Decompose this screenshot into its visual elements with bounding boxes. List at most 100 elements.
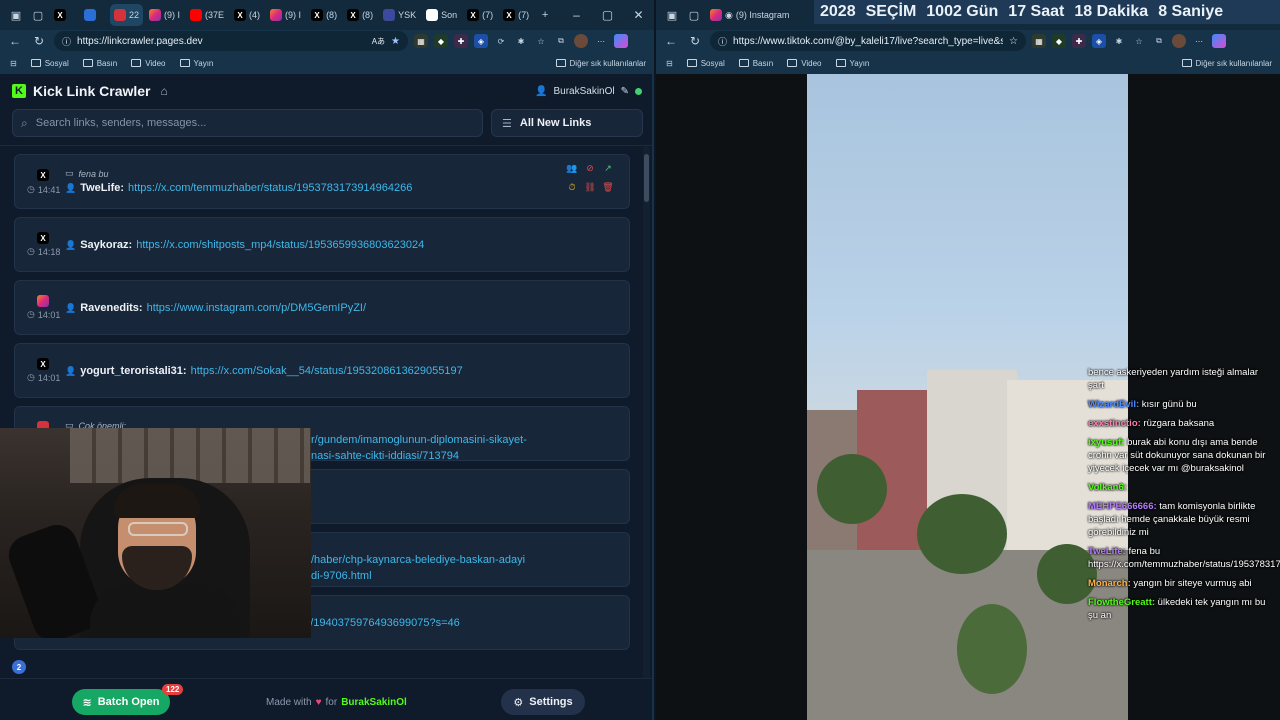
tab-actions-icon[interactable]: ▢	[28, 5, 48, 25]
browser-tab[interactable]: X (7)	[463, 4, 497, 26]
maximize-icon[interactable]: ▢	[592, 0, 623, 30]
unlink-icon[interactable]: ⛓	[581, 182, 599, 193]
browser-tab[interactable]: X (8)	[307, 4, 341, 26]
link-card[interactable]: X ◷ 14:01 👤 yogurt_teroristali31: https://x.c…	[14, 343, 630, 398]
other-favorites[interactable]: Diğer sık kullanılanlar	[555, 54, 646, 72]
tab-actions-icon[interactable]: ▢	[684, 5, 704, 25]
workspace-icon[interactable]: ▣	[6, 5, 26, 25]
favorites-icon[interactable]: ☆	[1132, 34, 1146, 48]
favorite-star-icon[interactable]: ★	[391, 36, 400, 47]
bookmark-video[interactable]: Video	[787, 59, 822, 68]
browser-tab[interactable]: YSK	[379, 4, 420, 26]
link-url-continued[interactable]: di-9706.html	[311, 570, 372, 582]
back-icon[interactable]: ←	[6, 32, 24, 50]
collections-icon[interactable]: ⧉	[554, 34, 568, 48]
profile-avatar[interactable]	[1172, 34, 1186, 48]
more-icon[interactable]: ⋯	[1192, 34, 1206, 48]
refresh-icon[interactable]: ↻	[30, 32, 48, 50]
other-favorites[interactable]: Diğer sık kullanılanlar	[1181, 54, 1272, 72]
chat-username[interactable]: exxstinctio:	[1088, 418, 1141, 429]
site-info-icon[interactable]: ⓘ	[62, 35, 71, 48]
live-video[interactable]	[807, 74, 1128, 720]
chat-username[interactable]: TweLife:	[1088, 546, 1126, 557]
profile-avatar[interactable]	[574, 34, 588, 48]
bookmark-sosyal[interactable]: Sosyal	[686, 59, 725, 68]
copilot-icon[interactable]	[614, 34, 628, 48]
refresh-icon[interactable]: ↻	[686, 32, 704, 50]
browser-tab[interactable]: X (7)	[499, 4, 533, 26]
link-url[interactable]: /haber/chp-kaynarca-belediye-baskan-aday…	[311, 554, 525, 566]
browser-tab[interactable]	[80, 4, 108, 26]
scrollbar[interactable]	[643, 146, 650, 692]
filter-dropdown[interactable]: ☰ All New Links	[491, 109, 643, 137]
puzzle-icon[interactable]: ✱	[1112, 34, 1126, 48]
extension-icon[interactable]: ✚	[1072, 34, 1086, 48]
edit-icon[interactable]: ✎	[621, 86, 629, 97]
add-user-icon[interactable]: 👥	[563, 163, 581, 174]
bookmark-sosyal[interactable]: Sosyal	[30, 59, 69, 68]
extension-icon[interactable]: ◆	[1052, 34, 1066, 48]
new-tab-icon[interactable]: +	[535, 5, 555, 25]
batch-open-button[interactable]: ≋ Batch Open	[72, 689, 170, 715]
collections-icon[interactable]: ⧉	[1152, 34, 1166, 48]
link-url[interactable]: https://x.com/temmuzhaber/status/1953783…	[128, 182, 412, 194]
extension-icon[interactable]: ◈	[1092, 34, 1106, 48]
link-url[interactable]: https://x.com/Sokak__54/status/195320861…	[191, 365, 463, 377]
site-info-icon[interactable]: ⓘ	[718, 35, 727, 48]
workspace-icon[interactable]: ▣	[662, 5, 682, 25]
extension-icon[interactable]: ◈	[474, 34, 488, 48]
chat-username[interactable]: Volkan6:	[1088, 482, 1127, 493]
link-url[interactable]: https://x.com/shitposts_mp4/status/19536…	[136, 239, 424, 251]
bookmark-video[interactable]: Video	[131, 59, 166, 68]
browser-tab[interactable]: (37E	[186, 4, 228, 26]
settings-button[interactable]: ⚙ Settings	[501, 689, 585, 715]
more-icon[interactable]: ⋯	[594, 34, 608, 48]
favorites-icon[interactable]: ☆	[534, 34, 548, 48]
bookmark-basin[interactable]: Basın	[82, 59, 117, 68]
chat-username[interactable]: WizardEvil:	[1088, 399, 1139, 410]
browser-tab[interactable]: X (4)	[230, 4, 264, 26]
link-card[interactable]: X ◷ 14:18 👤 Saykoraz: https://x.com/shitposts…	[14, 217, 630, 272]
chat-username[interactable]: ixyusuf:	[1088, 437, 1124, 448]
puzzle-icon[interactable]: ✱	[514, 34, 528, 48]
url-field[interactable]: ⓘ https://linkcrawler.pages.dev Aあ ★	[54, 31, 408, 51]
extension-icon[interactable]: ✚	[454, 34, 468, 48]
browser-tab[interactable]: X (8)	[343, 4, 377, 26]
close-icon[interactable]: ✕	[623, 0, 654, 30]
browser-tab[interactable]: X	[50, 4, 78, 26]
link-url[interactable]: r/gundem/imamoglunun-diplomasini-sikayet…	[311, 434, 527, 446]
url-field[interactable]: ⓘ https://www.tiktok.com/@by_kaleli17/li…	[710, 31, 1026, 51]
link-url-continued[interactable]: nasi-sahte-cikti-iddiasi/713794	[311, 450, 459, 462]
channel-link[interactable]: BurakSakinOl	[341, 697, 407, 708]
copilot-icon[interactable]	[1212, 34, 1226, 48]
extension-icon[interactable]: ▦	[1032, 34, 1046, 48]
link-card[interactable]: ◷ 14:01 👤 Ravenedits: https://www.instagram.…	[14, 280, 630, 335]
link-url[interactable]: https://www.instagram.com/p/DM5GemIPyZI/	[147, 302, 366, 314]
chat-username[interactable]: FlowtheGreatt:	[1088, 597, 1155, 608]
browser-tab[interactable]: (9) I	[145, 4, 184, 26]
chat-username[interactable]: Monarch:	[1088, 578, 1131, 589]
block-icon[interactable]: ⊘	[581, 163, 599, 174]
read-aloud-icon[interactable]: Aあ	[372, 36, 385, 47]
extension-icon[interactable]: ▦	[414, 34, 428, 48]
scroll-thumb[interactable]	[644, 154, 649, 202]
timer-icon[interactable]: ⏱	[563, 182, 581, 193]
search-input[interactable]	[35, 117, 456, 129]
browser-tab[interactable]: (9) I	[266, 4, 305, 26]
minimize-icon[interactable]: –	[561, 0, 592, 30]
tab-instagram[interactable]: ◉ (9) Instagram	[706, 4, 793, 26]
extension-icon[interactable]: ◆	[434, 34, 448, 48]
browser-tab[interactable]: Son	[422, 4, 461, 26]
extension-icon[interactable]: ⟳	[494, 34, 508, 48]
chat-username[interactable]: MEHPE666666:	[1088, 501, 1157, 512]
trash-icon[interactable]: 🗑	[599, 182, 617, 193]
github-icon[interactable]: ⌂	[161, 84, 168, 98]
bookmark-yayin[interactable]: Yayın	[835, 59, 869, 68]
bookmark-yayin[interactable]: Yayın	[179, 59, 213, 68]
browser-tab[interactable]: 22	[110, 4, 144, 26]
bookmark-basin[interactable]: Basın	[738, 59, 773, 68]
open-link-icon[interactable]: ↗	[599, 163, 617, 174]
favorite-star-icon[interactable]: ☆	[1009, 36, 1018, 47]
link-card[interactable]: X ◷ 14:41 ▭ fena bu 👤 TweLife: https://x.com/te…	[14, 154, 630, 209]
back-icon[interactable]: ←	[662, 32, 680, 50]
